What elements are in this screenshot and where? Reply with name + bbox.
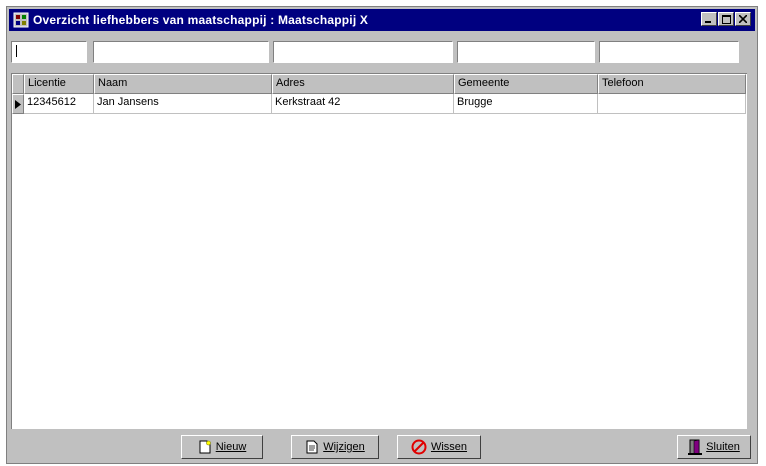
new-document-icon bbox=[199, 440, 211, 454]
cell-adres[interactable]: Kerkstraat 42 bbox=[272, 94, 454, 114]
wijzigen-label: Wijzigen bbox=[323, 441, 365, 453]
app-icon bbox=[13, 12, 29, 28]
sluiten-label: Sluiten bbox=[706, 441, 740, 453]
grid-header: Licentie Naam Adres Gemeente Telefoon bbox=[12, 74, 746, 94]
exit-door-icon bbox=[688, 439, 703, 455]
column-header-gemeente[interactable]: Gemeente bbox=[454, 74, 598, 94]
cell-naam[interactable]: Jan Jansens bbox=[94, 94, 272, 114]
current-row-arrow-icon bbox=[15, 99, 21, 109]
text-caret bbox=[16, 45, 17, 57]
cell-licentie[interactable]: 12345612 bbox=[24, 94, 94, 114]
column-header-telefoon[interactable]: Telefoon bbox=[598, 74, 746, 94]
naam-filter-input[interactable] bbox=[93, 41, 269, 63]
telefoon-filter-input[interactable] bbox=[599, 41, 739, 63]
column-header-adres[interactable]: Adres bbox=[272, 74, 454, 94]
cell-gemeente[interactable]: Brugge bbox=[454, 94, 598, 114]
button-bar: Nieuw Wijzigen Wissen Sluiten bbox=[11, 433, 751, 461]
wissen-label: Wissen bbox=[430, 441, 468, 453]
column-header-licentie[interactable]: Licentie bbox=[24, 74, 94, 94]
table-row[interactable]: 12345612 Jan Jansens Kerkstraat 42 Brugg… bbox=[12, 94, 746, 114]
maximize-button[interactable] bbox=[718, 12, 734, 26]
liefhebbers-grid[interactable]: Licentie Naam Adres Gemeente Telefoon 12… bbox=[11, 73, 747, 429]
adres-filter-input[interactable] bbox=[273, 41, 453, 63]
title-bar[interactable]: Overzicht liefhebbers van maatschappij :… bbox=[9, 9, 755, 31]
sluiten-button[interactable]: Sluiten bbox=[677, 435, 751, 459]
close-icon bbox=[739, 15, 747, 23]
row-indicator bbox=[12, 94, 24, 114]
licentie-filter-input[interactable] bbox=[11, 41, 87, 63]
minimize-button[interactable] bbox=[701, 12, 717, 26]
gemeente-filter-input[interactable] bbox=[457, 41, 595, 63]
wissen-button[interactable]: Wissen bbox=[397, 435, 481, 459]
maximize-icon bbox=[721, 14, 731, 24]
filter-bar bbox=[11, 41, 751, 63]
nieuw-label: Nieuw bbox=[215, 441, 247, 453]
header-indicator-cell bbox=[12, 74, 24, 94]
column-header-naam[interactable]: Naam bbox=[94, 74, 272, 94]
cell-telefoon[interactable] bbox=[598, 94, 746, 114]
window-controls bbox=[701, 12, 751, 26]
window-title: Overzicht liefhebbers van maatschappij :… bbox=[33, 13, 369, 27]
main-window: Overzicht liefhebbers van maatschappij :… bbox=[6, 6, 758, 464]
wijzigen-button[interactable]: Wijzigen bbox=[291, 435, 379, 459]
minimize-icon bbox=[705, 21, 711, 23]
nieuw-button[interactable]: Nieuw bbox=[181, 435, 263, 459]
close-button[interactable] bbox=[735, 12, 751, 26]
edit-document-icon bbox=[306, 440, 318, 454]
delete-icon bbox=[411, 439, 427, 455]
